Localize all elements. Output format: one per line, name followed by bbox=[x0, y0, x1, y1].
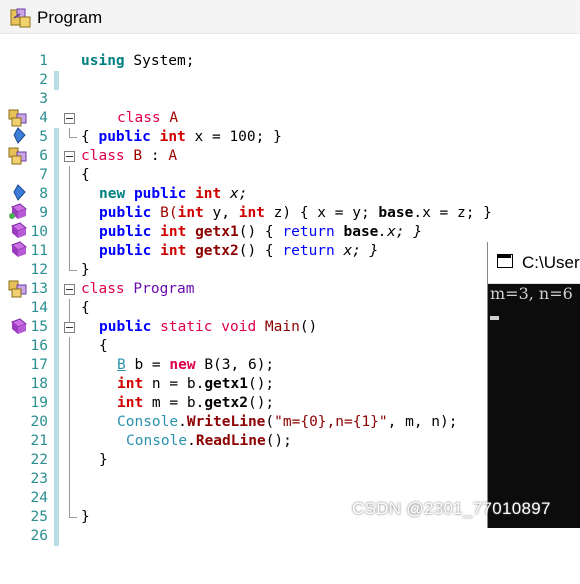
code-text: .x = z; } bbox=[413, 205, 492, 221]
fold-toggle[interactable] bbox=[64, 284, 75, 295]
code-text: .x; } bbox=[378, 224, 423, 240]
keyword: int bbox=[160, 224, 187, 240]
keyword: using bbox=[81, 53, 125, 69]
code-text: x; bbox=[221, 186, 248, 202]
keyword: int bbox=[195, 186, 222, 202]
keyword: public bbox=[99, 243, 152, 259]
window-title: Program bbox=[37, 8, 103, 27]
method-call: getx2 bbox=[204, 395, 248, 411]
code-line[interactable]: 5 class A bbox=[0, 109, 580, 166]
keyword: static bbox=[160, 319, 213, 335]
code-line[interactable]: 1 bbox=[0, 33, 580, 90]
keyword: public bbox=[99, 319, 152, 335]
method-name: Main bbox=[256, 319, 300, 335]
code-text: y, bbox=[203, 205, 239, 221]
code-text: { bbox=[81, 300, 90, 316]
class-name: B bbox=[124, 148, 143, 164]
code-line[interactable]: 4 bbox=[0, 90, 580, 147]
code-text: { bbox=[81, 167, 90, 183]
code-text: () { bbox=[238, 224, 283, 240]
code-text: x = 100; } bbox=[185, 129, 282, 145]
code-text: B(3, 6); bbox=[195, 357, 275, 373]
change-bar bbox=[54, 527, 59, 546]
keyword: new bbox=[99, 186, 126, 202]
fold-toggle[interactable] bbox=[64, 322, 75, 333]
code-line[interactable]: 9 new public int x; bbox=[0, 185, 580, 242]
code-line[interactable]: 6 { public int x = 100; } bbox=[0, 128, 580, 185]
method-call: ReadLine bbox=[195, 433, 266, 449]
code-text: () bbox=[299, 319, 318, 335]
keyword: int bbox=[160, 243, 187, 259]
keyword: class bbox=[81, 281, 125, 297]
keyword: int bbox=[117, 395, 144, 411]
code-text: { bbox=[99, 338, 108, 354]
code-text: x; } bbox=[334, 243, 379, 259]
code-text: System; bbox=[124, 53, 195, 69]
keyword: base bbox=[334, 224, 379, 240]
keyword: int bbox=[238, 205, 265, 221]
constructor-name: B( bbox=[151, 205, 178, 221]
code-text: : bbox=[142, 148, 169, 164]
console-title: C:\Users bbox=[522, 253, 580, 272]
method-call: WriteLine bbox=[186, 414, 266, 430]
console-app-icon bbox=[497, 254, 513, 268]
keyword: class bbox=[117, 110, 161, 126]
code-line[interactable]: 3 bbox=[0, 71, 580, 107]
console-output: m=3, n=6 bbox=[490, 284, 573, 303]
code-text: b = bbox=[125, 357, 170, 373]
method-name: getx2 bbox=[195, 243, 239, 259]
console-cursor bbox=[490, 316, 499, 320]
string-literal: "m={0},n={1}" bbox=[274, 414, 388, 430]
code-text: m = b. bbox=[143, 395, 205, 411]
keyword: new bbox=[169, 357, 196, 373]
keyword: void bbox=[221, 319, 257, 335]
code-text: } bbox=[99, 452, 108, 468]
code-line[interactable]: 7 class B : A bbox=[0, 147, 580, 204]
fold-toggle[interactable] bbox=[64, 113, 75, 124]
code-text: . bbox=[187, 433, 196, 449]
keyword: public bbox=[99, 205, 152, 221]
keyword: base bbox=[378, 205, 414, 221]
keyword: int bbox=[159, 129, 186, 145]
console-titlebar[interactable]: C:\Users bbox=[488, 242, 580, 284]
keyword: public bbox=[98, 129, 151, 145]
keyword: public bbox=[99, 224, 152, 240]
code-text: } bbox=[81, 262, 90, 278]
type-name: B bbox=[117, 357, 126, 373]
method-name: getx1 bbox=[195, 224, 239, 240]
code-text: (); bbox=[265, 433, 292, 449]
code-text: { bbox=[81, 129, 99, 145]
code-line[interactable]: 10 public B(int y, int z) { x = y; base.… bbox=[0, 204, 580, 261]
watermark: CSDN @2301_77010897 bbox=[352, 499, 551, 518]
code-text: z) { x = y; bbox=[264, 205, 379, 221]
code-text: } bbox=[81, 509, 90, 525]
class-name: A bbox=[160, 110, 179, 126]
code-text: ( bbox=[265, 414, 275, 430]
keyword: public bbox=[133, 186, 187, 202]
type-name: Console bbox=[117, 414, 179, 430]
class-name: Program bbox=[124, 281, 195, 297]
keyword: class bbox=[81, 148, 125, 164]
keyword: int bbox=[117, 376, 144, 392]
code-line[interactable]: 2 using System; bbox=[0, 52, 580, 88]
code-text: . bbox=[178, 414, 187, 430]
keyword: return bbox=[282, 243, 335, 259]
fold-toggle[interactable] bbox=[64, 151, 75, 162]
type-name: Console bbox=[126, 433, 188, 449]
window-titlebar: Program bbox=[0, 0, 580, 34]
code-text: () { bbox=[238, 243, 283, 259]
code-text: , m, n); bbox=[387, 414, 458, 430]
csharp-project-icon bbox=[10, 8, 31, 28]
console-window[interactable]: C:\Users m=3, n=6 bbox=[487, 242, 580, 528]
code-line[interactable]: 8 { bbox=[0, 166, 580, 223]
method-call: getx1 bbox=[204, 376, 248, 392]
keyword: return bbox=[282, 224, 335, 240]
code-line[interactable]: 11 public int getx1() { return base.x; } bbox=[0, 223, 580, 280]
code-text: (); bbox=[247, 395, 275, 411]
code-text: (); bbox=[247, 376, 275, 392]
code-text: n = b. bbox=[143, 376, 205, 392]
line-number: 26 bbox=[30, 528, 48, 544]
class-name: A bbox=[168, 148, 178, 164]
keyword: int bbox=[177, 205, 204, 221]
